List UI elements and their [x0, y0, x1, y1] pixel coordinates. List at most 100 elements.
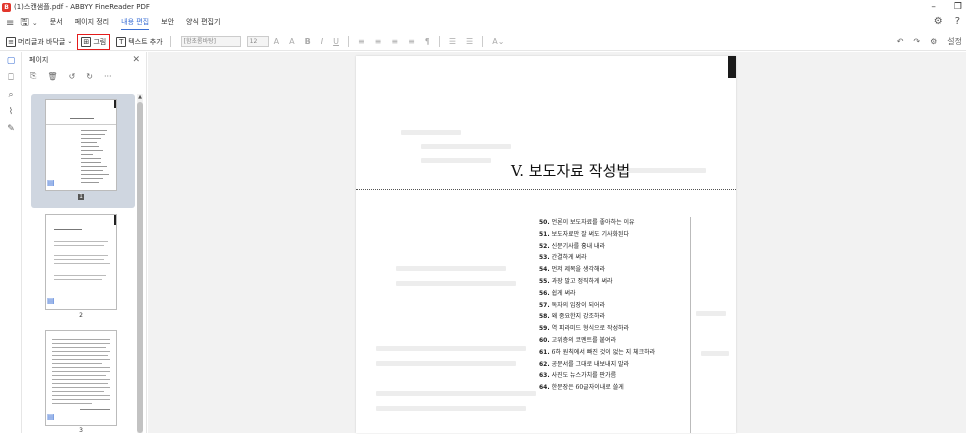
page-annotation-icon: ▤ — [47, 412, 55, 421]
settings-icon[interactable]: ⚙ — [930, 37, 937, 46]
rotate-right-icon[interactable]: ↻ — [86, 72, 93, 81]
align-center-icon[interactable]: ≡ — [375, 37, 382, 46]
toc-item: 57. 독자의 입장이 되어라 — [539, 301, 606, 309]
underline-icon[interactable]: U — [333, 37, 339, 46]
save-icon[interactable]: 🖫 — [20, 15, 29, 32]
title-bar: B (1)스캔샘플.pdf - ABBYY FineReader PDF – ❐ — [0, 0, 966, 14]
pages-panel-tools: ⎘ 🗑 ↺ ↻ ··· — [23, 68, 146, 84]
pages-panel-title: 페이지 — [29, 56, 49, 64]
toc-item: 52. 신문기사를 흉내 내라 — [539, 242, 606, 250]
toolbar-divider — [482, 36, 484, 47]
thumbnail-scrollbar[interactable]: ▲ — [137, 94, 143, 433]
undo-icon[interactable]: ↶ — [897, 37, 904, 46]
image-button[interactable]: ⊞ 그림 — [77, 33, 111, 50]
pages-panel: 페이지 ✕ ⎘ 🗑 ↺ ↻ ··· ▤ 1 ▤ 2 ▤ 3 ▲ — [23, 52, 147, 434]
thumbnail-image — [45, 214, 117, 310]
minimize-icon[interactable]: – — [931, 0, 936, 14]
add-text-button[interactable]: T 텍스트 추가 — [113, 34, 165, 50]
page-annotation-icon: ▤ — [47, 178, 55, 187]
rotate-left-icon[interactable]: ↺ — [69, 72, 76, 81]
title-rule — [356, 189, 736, 190]
font-family-select[interactable]: [함초롬바탕] — [180, 36, 241, 47]
menu-security[interactable]: 보안 — [161, 17, 174, 29]
thumbnail-number: 2 — [79, 312, 83, 319]
menu-form-editor[interactable]: 양식 편집기 — [186, 17, 220, 29]
close-icon[interactable]: ✕ — [132, 55, 140, 65]
header-footer-button[interactable]: ≡ 머리글과 바닥글 ⌄ — [3, 34, 75, 50]
menu-bar: ≡ 🖫 ⌄ 문서 페이지 정리 내용 편집 보안 양식 편집기 ⚙ ? — [0, 14, 966, 32]
toc-item: 56. 쉽게 써라 — [539, 289, 576, 297]
header-footer-icon: ≡ — [6, 36, 16, 47]
scrollbar-thumb[interactable] — [137, 102, 143, 433]
document-title: V. 보도자료 작성법 — [511, 162, 631, 180]
toolbar-divider — [438, 36, 440, 47]
toc-item: 54. 먼저 제목을 생각해라 — [539, 266, 606, 274]
thumbnail-image — [45, 99, 117, 191]
signature-icon[interactable]: ✎ — [0, 120, 22, 137]
menu-organize-pages[interactable]: 페이지 정리 — [75, 17, 109, 29]
chevron-down-icon[interactable]: ⌄ — [32, 19, 38, 27]
justify-icon[interactable]: ≡ — [408, 37, 415, 46]
delete-icon[interactable]: 🗑 — [47, 72, 57, 81]
thumbnail-page-2[interactable]: ▤ 2 — [31, 212, 135, 324]
attachment-icon[interactable]: ⌇ — [0, 103, 22, 120]
menu-document[interactable]: 문서 — [50, 17, 63, 29]
pages-panel-icon[interactable]: ▢ — [0, 52, 22, 69]
toc-item: 55. 과장 말고 정직하게 써라 — [539, 277, 613, 285]
add-text-label: 텍스트 추가 — [128, 37, 163, 46]
page-annotation-icon: ▤ — [47, 296, 55, 305]
toc-item: 58. 왜 중요한지 강조하라 — [539, 313, 606, 321]
add-page-icon[interactable]: ⎘ — [30, 71, 36, 81]
text-add-icon: T — [116, 36, 127, 47]
toc-item: 51. 보도자료만 잘 써도 기사화된다 — [539, 230, 630, 238]
font-shrink-icon[interactable]: A — [289, 37, 294, 46]
toolbar-right-tools: ↶ ↷ ⚙ 설정 — [897, 36, 962, 47]
toc-item: 63. 사진도 뉴스가치를 판가름 — [539, 372, 617, 380]
text-color-icon[interactable]: A⌄ — [492, 37, 504, 46]
scan-shadow — [728, 56, 736, 78]
line-spacing-icon[interactable]: ☰ — [449, 37, 456, 46]
indent-icon[interactable]: ☰ — [466, 37, 473, 46]
thumbnail-page-1[interactable]: ▤ 1 — [31, 94, 135, 208]
document-viewer: V. 보도자료 작성법 50. 언론이 보도자료를 좋아하는 이유 51. 보도… — [148, 52, 966, 433]
toc-item: 64. 한문장은 60글자이내로 쓸게 — [539, 384, 624, 392]
left-rail: ▢ ⎕ ⌕ ⌇ ✎ — [0, 52, 22, 433]
image-add-icon: ⊞ — [81, 36, 92, 47]
font-grow-icon[interactable]: A — [274, 37, 279, 46]
font-size-select[interactable]: 12 — [246, 36, 269, 47]
bold-icon[interactable]: B — [305, 37, 311, 46]
toc-item: 59. 역 피라미드 형식으로 작성하라 — [539, 325, 630, 333]
document-page[interactable]: V. 보도자료 작성법 50. 언론이 보도자료를 좋아하는 이유 51. 보도… — [356, 56, 736, 433]
toc-item: 60. 고위층의 코멘트를 붙여라 — [539, 336, 617, 344]
thumbnail-page-3[interactable]: ▤ 3 — [31, 328, 135, 434]
help-icon[interactable]: ? — [955, 16, 960, 27]
table-of-contents: 50. 언론이 보도자료를 좋아하는 이유 51. 보도자료만 잘 써도 기사화… — [539, 217, 691, 433]
toolbar-divider — [347, 36, 349, 47]
menu-right-tools: ⚙ ? — [934, 16, 960, 27]
chevron-down-icon: ⌄ — [67, 38, 73, 45]
settings-label[interactable]: 설정 — [947, 36, 962, 47]
thumbnail-number: 1 — [78, 193, 84, 200]
edit-toolbar: ≡ 머리글과 바닥글 ⌄ ⊞ 그림 T 텍스트 추가 [함초롬바탕] 12 A … — [0, 33, 966, 51]
header-footer-label: 머리글과 바닥글 — [18, 37, 66, 46]
restore-icon[interactable]: ❐ — [954, 0, 962, 14]
window-title: (1)스캔샘플.pdf - ABBYY FineReader PDF — [14, 3, 150, 11]
hamburger-menu-icon[interactable]: ≡ — [6, 18, 14, 29]
align-right-icon[interactable]: ≡ — [391, 37, 398, 46]
app-logo-icon: B — [2, 2, 11, 12]
settings-gear-icon[interactable]: ⚙ — [934, 16, 943, 27]
menu-edit-content[interactable]: 내용 편집 — [121, 17, 150, 30]
toc-item: 53. 간결하게 써라 — [539, 254, 587, 262]
align-left-icon[interactable]: ≡ — [358, 37, 365, 46]
search-icon[interactable]: ⌕ — [0, 86, 22, 103]
pages-panel-header: 페이지 ✕ — [23, 52, 146, 68]
more-icon[interactable]: ··· — [104, 72, 112, 81]
toolbar-divider — [169, 36, 171, 47]
paragraph-icon[interactable]: ¶ — [425, 37, 430, 46]
image-label: 그림 — [93, 37, 107, 46]
italic-icon[interactable]: I — [321, 37, 323, 46]
toc-item: 61. 6하 원칙에서 빠진 것이 없는 지 체크하라 — [539, 348, 656, 356]
redo-icon[interactable]: ↷ — [913, 37, 920, 46]
scroll-up-icon[interactable]: ▲ — [137, 94, 143, 100]
bookmark-icon[interactable]: ⎕ — [0, 69, 22, 86]
